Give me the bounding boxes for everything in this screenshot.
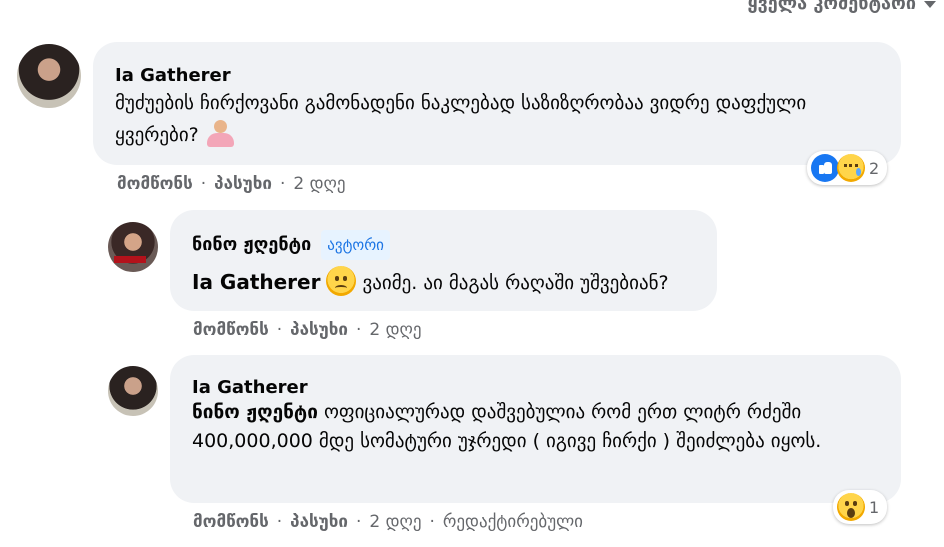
wow-icon xyxy=(837,493,865,521)
separator: · xyxy=(279,174,286,194)
avatar[interactable] xyxy=(108,366,158,416)
comment-author: ნინო ჟღენტი ავტორი xyxy=(192,230,717,260)
mention-link[interactable]: Ia Gatherer xyxy=(192,270,320,294)
comment-body: ვაიმე. აი მაგას რაღაში უშვებიან? xyxy=(362,272,669,294)
sad-icon xyxy=(837,154,865,182)
comment-bubble: ნინო ჟღენტი ავტორი Ia Gatherer ვაიმე. აი … xyxy=(170,210,717,311)
comment-text: Ia Gatherer ვაიმე. აი მაგას რაღაში უშვები… xyxy=(192,266,717,298)
comment-filter-label: ყველა კომენტარი xyxy=(747,0,917,14)
separator: · xyxy=(355,512,362,532)
comment-text: მუძუების ჩირქოვანი გამონადენი ნაკლებად ს… xyxy=(115,88,845,150)
avatar[interactable] xyxy=(17,44,81,108)
reaction-count: 2 xyxy=(869,158,880,178)
separator: · xyxy=(429,512,435,532)
separator: · xyxy=(200,174,207,194)
reaction-count: 1 xyxy=(869,497,880,517)
reply-button[interactable]: პასუხი xyxy=(214,174,272,194)
author-name[interactable]: Ia Gatherer xyxy=(115,64,231,88)
avatar[interactable] xyxy=(108,222,158,272)
comment-actions: მომწონს · პასუხი · 2 დღე · რედაქტირებული xyxy=(193,512,583,532)
frowning-face-icon xyxy=(326,266,357,296)
comment-actions: მომწონს · პასუხი · 2 დღე xyxy=(193,320,421,340)
mention-link[interactable]: ნინო ჟღენტი xyxy=(192,401,318,423)
comment-actions: მომწონს · პასუხი · 2 დღე xyxy=(117,174,345,194)
reactions-summary[interactable]: 2 xyxy=(807,151,888,185)
like-button[interactable]: მომწონს xyxy=(193,512,269,532)
timestamp[interactable]: 2 დღე xyxy=(293,174,345,194)
edited-label: რედაქტირებული xyxy=(442,512,583,532)
reply-button[interactable]: პასუხი xyxy=(290,320,348,340)
comment-author: Ia Gatherer xyxy=(192,376,901,400)
chevron-down-icon xyxy=(924,0,936,8)
reply-button[interactable]: პასუხი xyxy=(290,512,348,532)
comment-filter-dropdown[interactable]: ყველა კომენტარი xyxy=(747,0,936,18)
reactions-summary[interactable]: 1 xyxy=(833,490,888,524)
separator: · xyxy=(355,320,362,340)
like-icon xyxy=(811,154,839,182)
like-button[interactable]: მომწონს xyxy=(193,320,269,340)
comment-author[interactable]: Ia Gatherer xyxy=(115,64,901,88)
separator: · xyxy=(276,320,283,340)
timestamp[interactable]: 2 დღე xyxy=(369,320,421,340)
comment-text: ნინო ჟღენტი ოფიციალურად დაშვებულია რომ ე… xyxy=(192,398,852,456)
person-shrugging-icon xyxy=(205,118,235,148)
timestamp[interactable]: 2 დღე xyxy=(369,512,421,532)
comment-bubble: Ia Gatherer მუძუების ჩირქოვანი გამონადენ… xyxy=(93,42,901,165)
separator: · xyxy=(276,512,283,532)
comment-bubble: Ia Gatherer ნინო ჟღენტი ოფიციალურად დაშვ… xyxy=(170,355,901,503)
author-name[interactable]: ნინო ჟღენტი xyxy=(192,233,311,257)
author-badge: ავტორი xyxy=(321,230,390,260)
like-button[interactable]: მომწონს xyxy=(117,174,193,194)
author-name[interactable]: Ia Gatherer xyxy=(192,376,308,400)
